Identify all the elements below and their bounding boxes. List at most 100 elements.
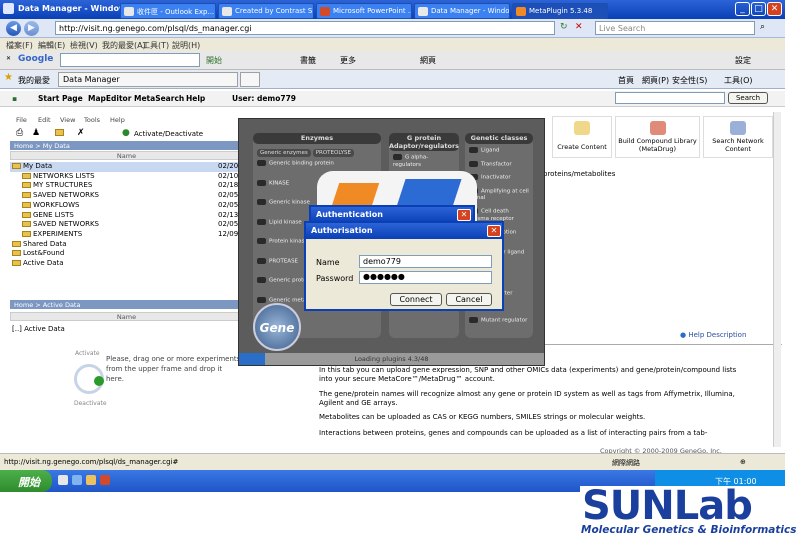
menu-edit[interactable]: 編輯(E) [38, 40, 65, 51]
panel-menu-edit[interactable]: Edit [38, 116, 51, 124]
search-button[interactable]: Search [728, 92, 768, 104]
tree-row-label: Shared Data [23, 239, 67, 248]
print-icon[interactable]: ⎙ [16, 128, 23, 138]
build-library-card[interactable]: Build Compound Library (MetaDrug) [615, 116, 700, 158]
help-description-link[interactable]: ● Help Description [680, 331, 746, 339]
menu-tools[interactable]: 工具(T) [142, 40, 169, 51]
tools-button[interactable]: 工具(O) [724, 75, 753, 86]
tree-row[interactable]: Lost&Found [10, 249, 243, 259]
tree-row[interactable]: WORKFLOWS 02/05 [10, 201, 243, 211]
desktop-icon[interactable] [72, 475, 82, 485]
menu-favorites[interactable]: 我的最愛(A) [102, 40, 146, 51]
back-icon[interactable]: ◀ [6, 21, 21, 36]
address-field[interactable]: http://visit.ng.genego.com/plsql/ds_mana… [55, 21, 555, 35]
task-metaplugin[interactable]: MetaPlugin 5.3.48 [512, 3, 608, 19]
tree-row-label: GENE LISTS [33, 210, 74, 219]
search-input[interactable]: Live Search [595, 21, 755, 35]
folder-icon [22, 172, 31, 179]
folder-icon[interactable] [55, 129, 64, 136]
cancel-button[interactable]: Cancel [446, 293, 492, 306]
delete-icon[interactable]: ✗ [77, 128, 85, 138]
tree-row[interactable]: EXPERIMENTS 12/09 [10, 230, 243, 240]
plugin-item: Transfactor [469, 160, 529, 169]
panel-menu-file[interactable]: File [16, 116, 27, 124]
home-button[interactable]: 首頁 [618, 75, 634, 86]
office-icon[interactable] [100, 475, 110, 485]
authentication-close-button[interactable]: ✕ [457, 209, 471, 221]
web-button[interactable]: 網頁 [420, 55, 436, 66]
authorisation-close-button[interactable]: ✕ [487, 225, 501, 237]
tree-row[interactable]: MY STRUCTURES 02/18 [10, 181, 243, 191]
panel-menu-help[interactable]: Help [110, 116, 125, 124]
mapeditor-link[interactable]: MapEditor [88, 94, 131, 103]
app-search-input[interactable] [615, 92, 725, 104]
tree-row[interactable]: NETWORKS LISTS 02/10 [10, 172, 243, 182]
tree-row-date: 02/10 [218, 171, 239, 180]
help-menu[interactable]: Help [186, 94, 205, 103]
start-page-link[interactable]: Start Page [38, 94, 83, 103]
tree-row[interactable]: SAVED NETWORKS 02/05 [10, 191, 243, 201]
panel-menu-view[interactable]: View [60, 116, 75, 124]
google-search-input[interactable] [60, 53, 200, 67]
search-network-card[interactable]: Search Network Content [703, 116, 773, 158]
tree-row[interactable]: Active Data [10, 259, 243, 269]
task-contrast[interactable]: Created by Contrast S... [218, 3, 314, 19]
zoom-icon[interactable]: ⊕ [740, 458, 746, 466]
password-input[interactable]: ●●●●●● [359, 271, 492, 284]
metasearch-link[interactable]: MetaSearch [134, 94, 184, 103]
app-home-icon[interactable]: ▪ [12, 94, 17, 103]
create-content-card[interactable]: Create Content [552, 116, 612, 158]
name-column-header[interactable]: Name [10, 151, 243, 160]
connect-button[interactable]: Connect [390, 293, 442, 306]
stop-icon[interactable]: ✕ [575, 22, 583, 32]
close-button[interactable]: ✕ [767, 2, 782, 16]
activate-label[interactable]: Activate/Deactivate [134, 130, 203, 138]
forward-icon[interactable]: ▶ [24, 21, 39, 36]
start-button[interactable]: 開始 [0, 470, 52, 492]
task-powerpoint[interactable]: Microsoft PowerPoint ... [316, 3, 412, 19]
google-settings-button[interactable]: 設定 [735, 55, 751, 66]
search-icon[interactable]: ⌕ [760, 22, 765, 32]
active-name-column[interactable]: Name [10, 312, 243, 321]
star-icon[interactable]: ★ [4, 72, 13, 83]
user-label: User: demo779 [232, 94, 297, 103]
plugin-item-label: Generic kinase [269, 199, 310, 206]
maximize-button[interactable]: □ [751, 2, 766, 16]
safety-button[interactable]: 安全性(S) [672, 75, 707, 86]
folder-icon [22, 211, 31, 218]
favorites-label[interactable]: 我的最愛 [18, 75, 50, 86]
node-shape-icon [257, 277, 266, 283]
refresh-icon[interactable]: ↻ [560, 22, 568, 32]
tree-row[interactable]: Shared Data [10, 240, 243, 250]
page-button[interactable]: 網頁(P) [642, 75, 669, 86]
ie-quicklaunch-icon[interactable] [58, 475, 68, 485]
sunlab-brand: SUNLab Molecular Genetics & Bioinformati… [580, 486, 808, 536]
new-tab-button[interactable] [240, 72, 260, 87]
right-scrollbar[interactable] [773, 112, 781, 447]
google-go-button[interactable]: 開始 [206, 55, 222, 66]
menu-help[interactable]: 說明(H) [172, 40, 200, 51]
tree-row-label: SAVED NETWORKS [33, 191, 100, 200]
activate-icon[interactable]: ● [122, 128, 130, 138]
task-data-manager[interactable]: Data Manager - Windo... [414, 3, 510, 19]
menu-file[interactable]: 檔案(F) [6, 40, 33, 51]
task-outlook[interactable]: 收件匣 - Outlook Exp... [120, 3, 216, 19]
build-library-label: Build Compound Library (MetaDrug) [618, 137, 697, 153]
tree-row[interactable]: SAVED NETWORKS 02/05 [10, 220, 243, 230]
close-toolbar-icon[interactable]: ✕ [6, 55, 11, 62]
name-input[interactable]: demo779 [359, 255, 492, 268]
tab-data-manager[interactable]: Data Manager [58, 72, 238, 87]
active-data-item[interactable]: [..] Active Data [12, 325, 65, 335]
help-description-label: Help Description [688, 331, 747, 339]
tree-row[interactable]: My Data 02/20 [10, 162, 243, 172]
minimize-button[interactable]: _ [735, 2, 750, 16]
panel-menu-tools[interactable]: Tools [84, 116, 100, 124]
outlook-icon[interactable] [86, 475, 96, 485]
tree-row-label: MY STRUCTURES [33, 181, 93, 190]
users-icon[interactable]: ♟ [32, 128, 40, 138]
check-icon [94, 376, 104, 386]
tree-row[interactable]: GENE LISTS 02/13 [10, 211, 243, 221]
more-button[interactable]: 更多 [340, 55, 356, 66]
menu-view[interactable]: 檢視(V) [70, 40, 98, 51]
bookmark-button[interactable]: 書籤 [300, 55, 316, 66]
